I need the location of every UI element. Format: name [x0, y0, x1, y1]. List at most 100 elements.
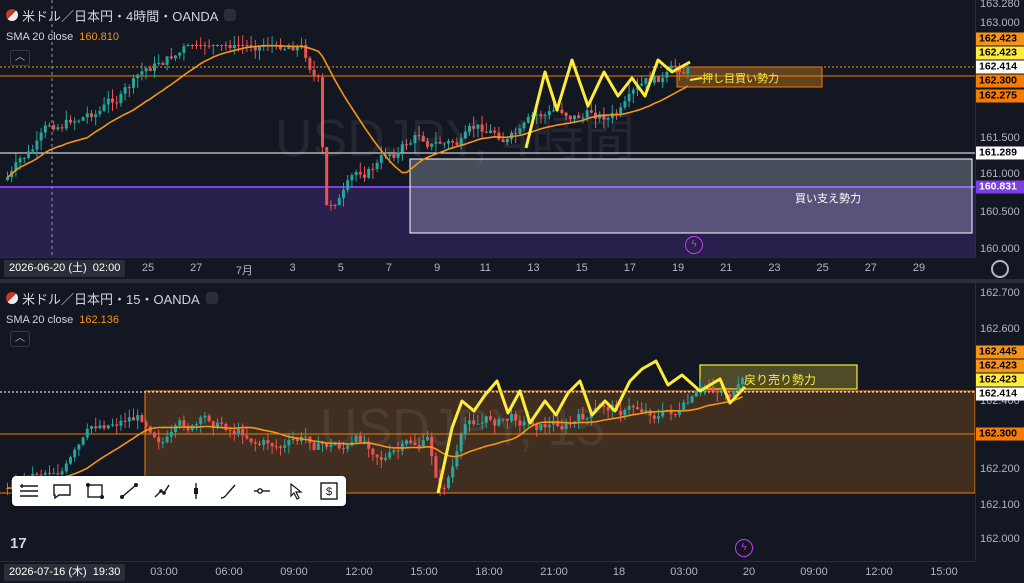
candle-body: [94, 426, 98, 429]
cursor-icon[interactable]: [283, 479, 309, 503]
candle-body: [106, 425, 110, 429]
symbol-row[interactable]: 米ドル／日本円・15・OANDA: [6, 289, 218, 307]
lightning-icon[interactable]: ϟ: [685, 236, 703, 254]
candle-body: [253, 442, 257, 444]
chart-pane-4h[interactable]: USDJPY, 4時間 米ドル／日本円・4時間・OANDA SMA 20 clo…: [0, 0, 1024, 279]
time-axis-label: 23: [768, 262, 781, 274]
trendline-icon[interactable]: [116, 479, 142, 503]
candle-body: [60, 127, 64, 129]
candle-body: [279, 446, 282, 448]
collapse-legend-button[interactable]: ︿: [10, 331, 30, 347]
candle-body: [657, 416, 660, 419]
time-axis-label: 13: [527, 262, 540, 274]
candle-body: [619, 410, 623, 416]
sma-row[interactable]: SMA 20 close 160.810: [6, 28, 236, 46]
candle-body: [258, 46, 261, 51]
lightning-icon[interactable]: ϟ: [735, 539, 753, 557]
collapse-legend-button[interactable]: ︿: [10, 50, 30, 66]
comment-icon[interactable]: [49, 479, 75, 503]
candle-body: [228, 430, 232, 432]
candle-body: [56, 473, 60, 475]
fixed-range-icon[interactable]: [183, 479, 209, 503]
crosshair-date-badge: 2026-06-20 (土) 02:00: [4, 260, 126, 277]
candle-body: [736, 384, 740, 391]
candle-body: [136, 415, 140, 421]
candle-body: [39, 132, 43, 141]
price-axis-4h[interactable]: 163.280163.000162.500162.000161.500161.0…: [975, 0, 1024, 257]
candle-body: [123, 87, 127, 94]
candle-body: [153, 63, 156, 72]
candle-body: [363, 174, 366, 178]
horizontal-ray-icon[interactable]: [249, 479, 275, 503]
candle-body: [174, 425, 177, 432]
lines-icon[interactable]: [16, 479, 42, 503]
time-axis-label: 21: [720, 262, 733, 274]
drawing-toolbar[interactable]: $: [12, 476, 346, 506]
sma-row[interactable]: SMA 20 close 162.136: [6, 311, 218, 329]
candle-body: [178, 420, 182, 426]
candle-body: [640, 83, 644, 86]
eye-icon[interactable]: [224, 9, 237, 21]
price-axis-label: 160.000: [980, 243, 1020, 255]
candle-body: [35, 473, 39, 475]
candle-body: [606, 406, 610, 411]
candle-body: [182, 420, 186, 427]
candle-body: [245, 435, 249, 439]
price-tag: 162.423: [976, 46, 1024, 60]
candle-body: [711, 387, 715, 392]
candle-body: [182, 46, 186, 53]
candle-body: [56, 127, 60, 130]
price-axis-label: 161.500: [980, 132, 1020, 144]
candle-body: [174, 55, 177, 59]
candle-body: [73, 449, 77, 458]
price-tag: 162.300: [976, 74, 1024, 88]
symbol-row[interactable]: 米ドル／日本円・4時間・OANDA: [6, 6, 237, 24]
candle-body: [237, 429, 240, 435]
candle-body: [94, 114, 98, 118]
time-axis-label: 25: [816, 262, 829, 274]
candle-body: [31, 149, 35, 152]
candle-body: [52, 473, 56, 475]
price-axis-15m[interactable]: 162.700162.600162.500162.400162.300162.2…: [975, 283, 1024, 561]
price-axis-label: 163.000: [980, 17, 1020, 29]
path-icon[interactable]: [149, 479, 175, 503]
time-axis-label: 09:00: [280, 566, 308, 578]
time-axis-label: 25: [141, 262, 155, 274]
candle-body: [132, 417, 135, 421]
symbol-watermark: USDJPY, 15: [320, 399, 606, 457]
rectangle-icon[interactable]: [82, 479, 108, 503]
brush-icon[interactable]: [216, 479, 242, 503]
candle-body: [43, 125, 47, 133]
candle-body: [631, 89, 635, 94]
zone-label-support: 買い支え勢力: [795, 193, 861, 205]
sma-value: 162.136: [79, 314, 120, 326]
candle-body: [287, 439, 291, 446]
candle-body: [81, 437, 85, 445]
candle-body: [115, 424, 119, 426]
time-axis-label: 5: [337, 262, 344, 274]
eye-icon[interactable]: [205, 292, 218, 304]
candle-body: [153, 432, 156, 438]
time-axis-label: 03:00: [670, 566, 698, 578]
sma-value: 160.810: [79, 31, 120, 43]
candle-body: [241, 45, 245, 46]
time-axis-label: 12:00: [865, 566, 893, 578]
candle-body: [69, 457, 72, 464]
time-axis-4h[interactable]: 2026-06-20 (土) 02:00 25 27 7月 3 5 7 9 11 13 15 17 1…: [0, 257, 975, 279]
candle-body: [673, 414, 677, 416]
candle-body: [127, 87, 131, 89]
price-axis-label: 162.000: [980, 533, 1020, 545]
price-tag: 162.423: [976, 32, 1024, 46]
candle-body: [270, 443, 274, 447]
settings-gear-icon[interactable]: [991, 260, 1009, 278]
symbol-title: 米ドル／日本円・15・OANDA: [22, 291, 200, 307]
candle-body: [169, 431, 173, 437]
candle-body: [665, 71, 669, 78]
candle-body: [132, 78, 135, 88]
chart-pane-15m[interactable]: USDJPY, 15 米ドル／日本円・15・OANDA SMA 20 close…: [0, 283, 1024, 583]
time-axis-15m[interactable]: 2026-07-16 (木) 19:30 03:00 06:00 09:00 12:0…: [0, 561, 975, 583]
candle-body: [623, 409, 627, 416]
candle-body: [73, 121, 77, 123]
legend-4h: 米ドル／日本円・4時間・OANDA SMA 20 close 160.810: [6, 6, 237, 46]
price-range-icon[interactable]: $: [316, 479, 342, 503]
